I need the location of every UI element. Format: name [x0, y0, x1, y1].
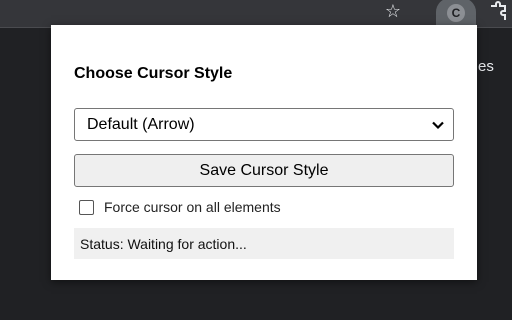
force-cursor-row[interactable]: Force cursor on all elements: [79, 198, 281, 216]
status-box: Status: Waiting for action...: [74, 228, 454, 259]
force-cursor-label[interactable]: Force cursor on all elements: [104, 199, 281, 215]
extension-button[interactable]: C: [436, 0, 476, 28]
extension-popup: Choose Cursor Style Default (Arrow) Save…: [51, 25, 477, 280]
cursor-extension-icon: C: [447, 4, 465, 22]
force-cursor-checkbox[interactable]: [79, 199, 94, 215]
browser-toolbar: ☆ C: [0, 0, 512, 28]
extensions-puzzle-icon[interactable]: [484, 0, 512, 22]
status-text: Status: Waiting for action...: [80, 235, 247, 252]
save-cursor-style-button[interactable]: Save Cursor Style: [74, 154, 454, 187]
bookmark-star-icon[interactable]: ☆: [380, 0, 406, 22]
cursor-style-selected-value: Default (Arrow): [87, 115, 195, 133]
popup-title: Choose Cursor Style: [74, 65, 233, 82]
background-page-text: es: [478, 58, 494, 75]
cursor-style-select[interactable]: Default (Arrow): [74, 108, 454, 141]
chevron-down-icon: [432, 121, 444, 130]
